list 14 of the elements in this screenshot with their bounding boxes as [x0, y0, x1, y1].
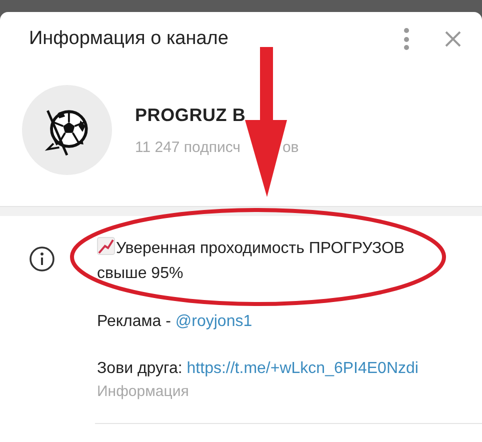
- ad-link[interactable]: @royjons1: [175, 313, 252, 330]
- subscriber-count-end: ов: [282, 138, 299, 158]
- chart-icon: [97, 237, 115, 255]
- info-caption: Информация: [97, 382, 190, 402]
- close-icon[interactable]: [444, 30, 462, 48]
- subscriber-count: 11 247 подписч: [135, 138, 240, 158]
- channel-description: Уверенная проходимость ПРОГРУЗОВ свыше 95%: [97, 236, 447, 286]
- ad-line: Реклама - @royjons1: [97, 312, 254, 332]
- channel-name: PROGRUZ B: [135, 104, 247, 128]
- invite-link[interactable]: https://t.me/+wLkcn_6PI4E0Nzdi: [186, 360, 418, 377]
- more-icon[interactable]: [402, 28, 410, 50]
- invite-line: Зови друга: https://t.me/+wLkcn_6PI4E0Nzdi: [97, 359, 420, 379]
- info-icon: [29, 246, 55, 272]
- dialog-title: Информация о канале: [29, 26, 230, 51]
